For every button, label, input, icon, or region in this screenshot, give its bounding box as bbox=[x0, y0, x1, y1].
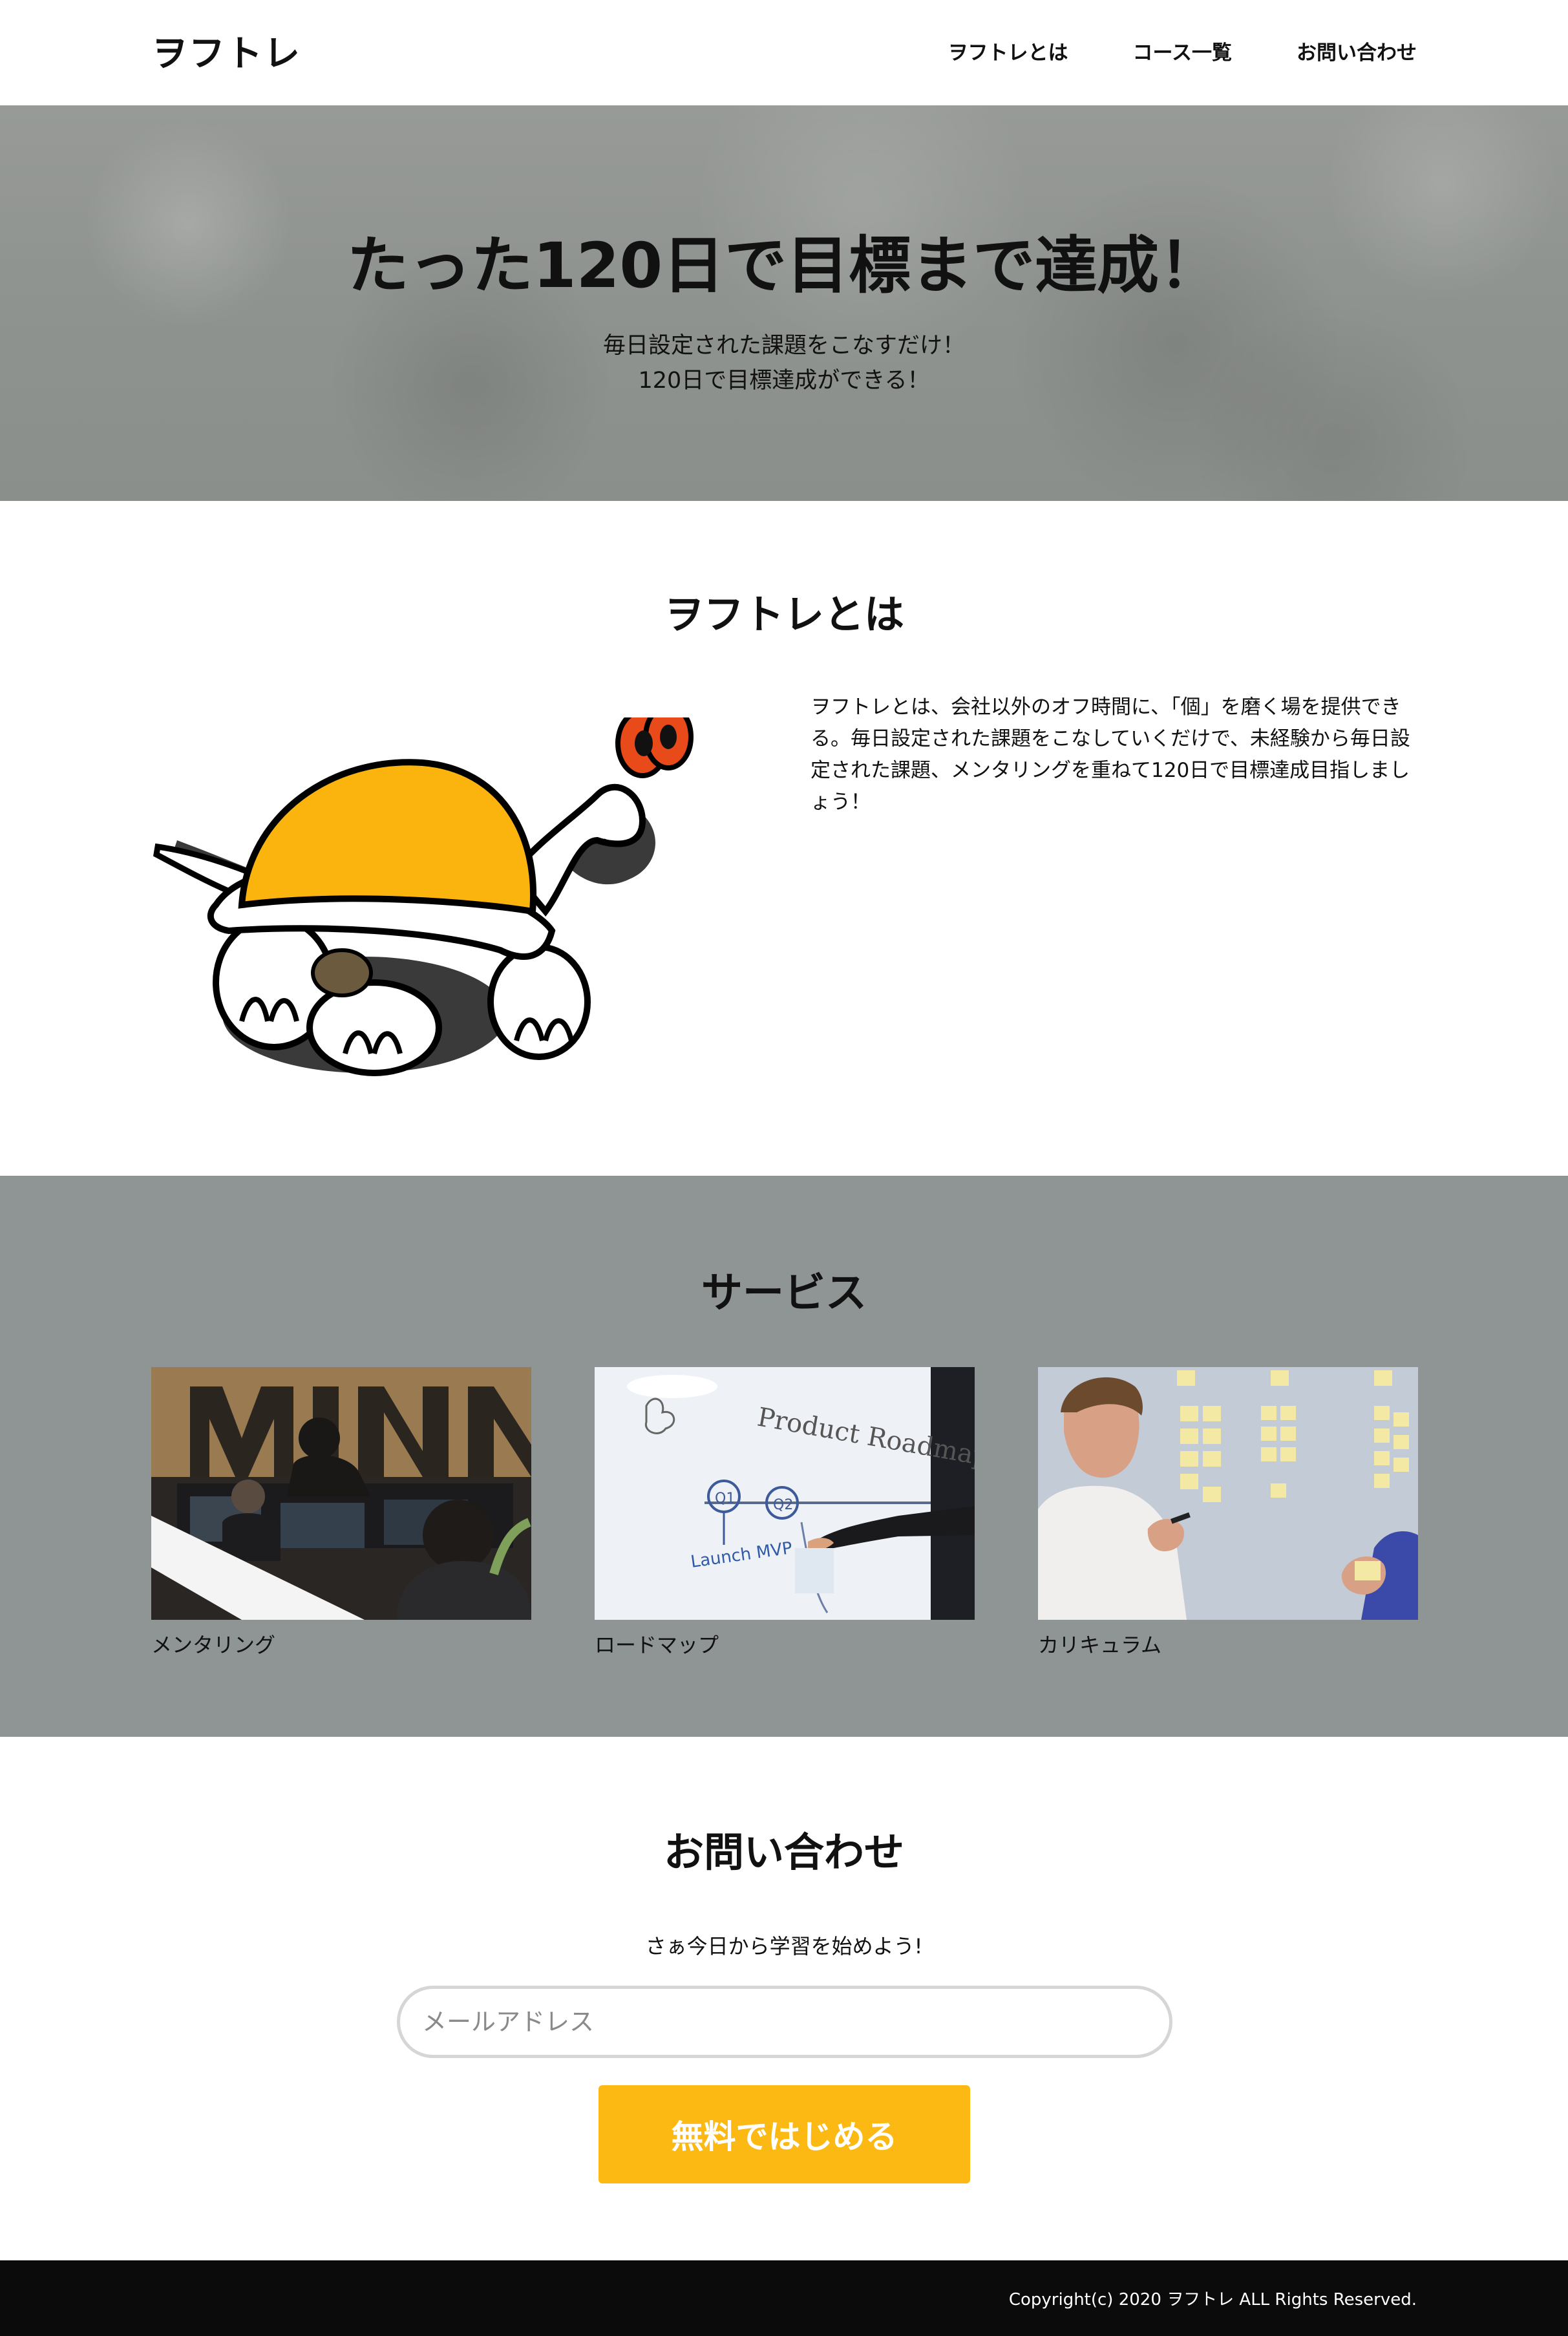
mentoring-photo bbox=[151, 1367, 531, 1620]
contact-lead: さぁ今日から学習を始めよう! bbox=[645, 1934, 923, 1959]
email-input[interactable] bbox=[397, 1986, 1172, 2058]
service-caption-curriculum: カリキュラム bbox=[1038, 1633, 1162, 1657]
service-card-curriculum[interactable]: カリキュラム bbox=[1038, 1367, 1418, 1659]
service-caption-roadmap: ロードマップ bbox=[595, 1633, 719, 1657]
whiteboard-q1: Q1 bbox=[715, 1491, 735, 1507]
nav-link-contact[interactable]: お問い合わせ bbox=[1297, 36, 1417, 65]
hero-subtitle: 毎日設定された課題をこなすだけ！ 120日で目標達成ができる！ bbox=[0, 328, 1568, 398]
service-card-mentoring[interactable]: メンタリング bbox=[151, 1367, 531, 1659]
sticky-notes-curriculum-photo bbox=[1038, 1367, 1418, 1620]
hero-subtitle-line-2: 120日で目標達成ができる！ bbox=[638, 368, 930, 394]
start-free-button[interactable]: 無料ではじめる bbox=[599, 2085, 970, 2183]
hero-subtitle-line-1: 毎日設定された課題をこなすだけ！ bbox=[602, 333, 965, 359]
hero-title: たった120日で目標まで達成！ bbox=[346, 229, 1222, 302]
main-nav: ヲフトレとは コース一覧 お問い合わせ bbox=[948, 36, 1417, 65]
about-description: ヲフトレとは、会社以外のオフ時間に、「個」を磨く場を提供できる。毎日設定された課… bbox=[810, 695, 1410, 814]
contact-title: お問い合わせ bbox=[663, 1829, 904, 1876]
service-card-roadmap[interactable]: Product Roadmap Q1 Q2 Launch MVP ロードマップ bbox=[595, 1367, 975, 1659]
copyright-text: Copyright(c) 2020 ヲフトレ ALL Rights Reserv… bbox=[1008, 2290, 1417, 2309]
site-logo[interactable]: ヲフトレ bbox=[151, 25, 301, 77]
hero-section: たった120日で目標まで達成！ 毎日設定された課題をこなすだけ！ 120日で目標… bbox=[0, 105, 1568, 501]
nav-link-courses[interactable]: コース一覧 bbox=[1133, 36, 1232, 65]
services-section: サービス メンタリング Product Roadmap Q1 Q2 Launch… bbox=[0, 1176, 1568, 1737]
whiteboard-roadmap-photo: Product Roadmap Q1 Q2 Launch MVP bbox=[595, 1367, 975, 1620]
services-title: サービス bbox=[701, 1269, 867, 1317]
service-caption-mentoring: メンタリング bbox=[151, 1633, 276, 1657]
about-title: ヲフトレとは bbox=[663, 591, 904, 638]
site-header: ヲフトレ ヲフトレとは コース一覧 お問い合わせ bbox=[0, 0, 1568, 105]
whiteboard-q2: Q2 bbox=[773, 1497, 793, 1513]
site-footer: Copyright(c) 2020 ヲフトレ ALL Rights Reserv… bbox=[0, 2260, 1568, 2336]
turtle-illustration bbox=[153, 717, 694, 1076]
nav-link-about[interactable]: ヲフトレとは bbox=[948, 36, 1068, 65]
